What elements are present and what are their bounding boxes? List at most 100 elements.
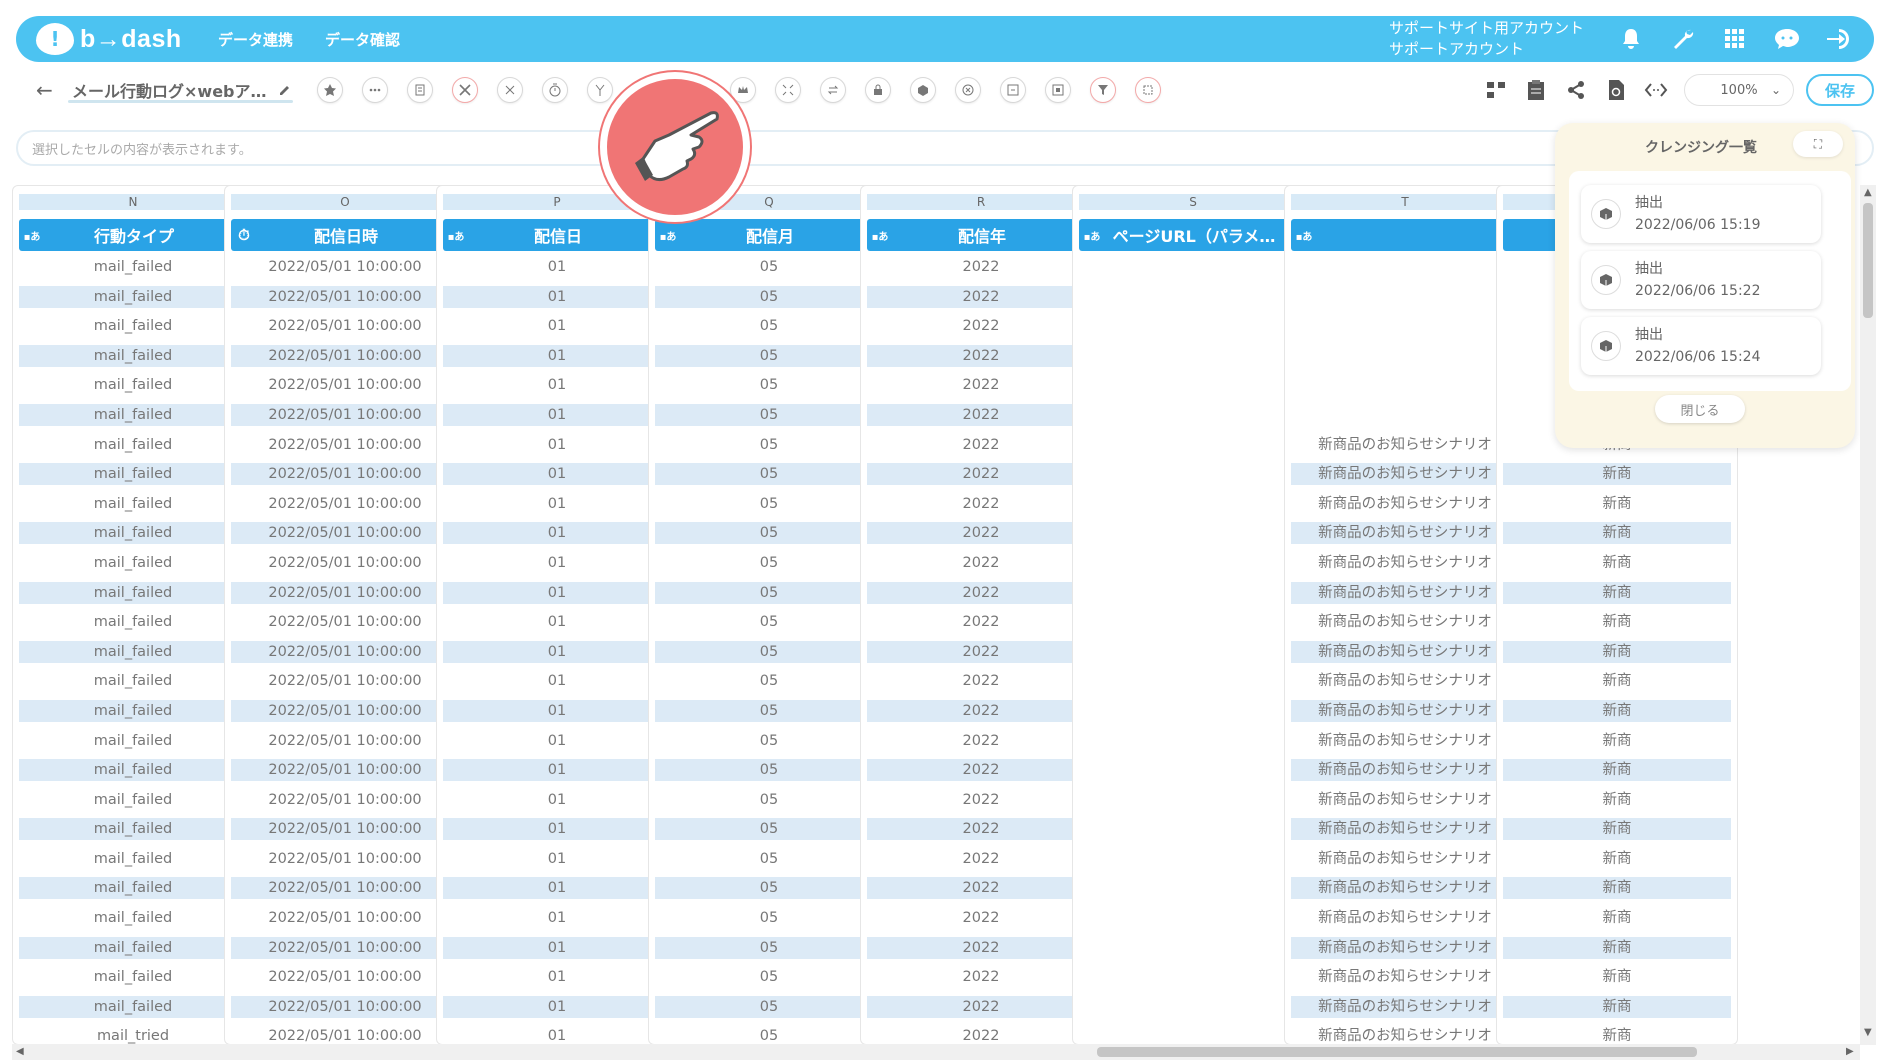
nav-data-check[interactable]: データ確認 — [325, 29, 400, 50]
column-letter[interactable]: T — [1291, 194, 1519, 210]
table-cell[interactable]: 新商品のお知らせシナリオ — [1291, 966, 1519, 988]
table-cell[interactable]: 2022/05/01 10:00:00 — [231, 344, 459, 367]
table-cell[interactable]: 新商品のお知らせシナリオ — [1291, 877, 1519, 900]
pattern-icon[interactable] — [1135, 77, 1161, 103]
table-cell[interactable]: 05 — [655, 995, 883, 1018]
table-cell[interactable]: 2022 — [867, 315, 1095, 337]
table-cell[interactable]: mail_failed — [19, 315, 247, 337]
table-cell[interactable] — [1079, 256, 1307, 278]
table-cell[interactable] — [1079, 877, 1307, 899]
crown-icon[interactable] — [730, 77, 756, 103]
table-cell[interactable] — [1079, 493, 1307, 515]
table-cell[interactable]: mail_failed — [19, 907, 247, 929]
scroll-up-icon[interactable]: ▲ — [1864, 187, 1872, 198]
table-cell[interactable] — [1079, 404, 1307, 426]
close-button[interactable]: 閉じる — [1655, 395, 1745, 423]
table-cell[interactable] — [1079, 315, 1307, 337]
vertical-scrollbar[interactable]: ▲ ▼ — [1860, 185, 1876, 1045]
table-cell[interactable]: 05 — [655, 818, 883, 841]
table-cell[interactable]: 2022/05/01 10:00:00 — [231, 552, 459, 574]
table-cell[interactable]: 2022/05/01 10:00:00 — [231, 759, 459, 782]
table-cell[interactable]: 05 — [655, 493, 883, 515]
column-r[interactable]: R▪あ配信年✎202220222022202220222022202220222… — [860, 185, 1102, 1045]
table-cell[interactable]: 新商 — [1503, 463, 1731, 486]
table-cell[interactable]: 新商 — [1503, 907, 1731, 929]
table-cell[interactable]: 新商品のお知らせシナリオ — [1291, 552, 1519, 574]
table-cell[interactable]: 01 — [443, 640, 671, 663]
table-cell[interactable]: mail_failed — [19, 699, 247, 722]
table-cell[interactable]: 2022 — [867, 966, 1095, 988]
table-cell[interactable]: 新商 — [1503, 936, 1731, 959]
table-cell[interactable] — [1079, 789, 1307, 811]
table-cell[interactable]: 新商品のお知らせシナリオ — [1291, 759, 1519, 782]
column-header[interactable]: ▪あページURL（パラメ…✎ — [1079, 219, 1309, 251]
table-cell[interactable]: 05 — [655, 670, 883, 692]
table-cell[interactable]: 01 — [443, 256, 671, 278]
table-cell[interactable]: 01 — [443, 730, 671, 752]
table-cell[interactable]: 01 — [443, 936, 671, 959]
filter-icon[interactable] — [1090, 77, 1116, 103]
table-cell[interactable] — [1079, 848, 1307, 870]
table-cell[interactable]: 2022 — [867, 403, 1095, 426]
table-cell[interactable]: 2022/05/01 10:00:00 — [231, 611, 459, 633]
merge-icon[interactable] — [497, 77, 523, 103]
table-cell[interactable]: 01 — [443, 374, 671, 396]
cleansing-step[interactable]: 抽出 2022/06/06 15:19 — [1581, 185, 1821, 243]
timer-icon[interactable] — [542, 77, 568, 103]
grid-menu-icon[interactable] — [1718, 22, 1752, 56]
table-cell[interactable]: 05 — [655, 907, 883, 929]
save-button[interactable]: 保存 — [1806, 74, 1874, 106]
table-cell[interactable]: 05 — [655, 374, 883, 396]
table-cell[interactable]: 01 — [443, 522, 671, 545]
table-cell[interactable]: 05 — [655, 403, 883, 426]
table-cell[interactable] — [1079, 434, 1307, 456]
account-info[interactable]: サポートサイト用アカウント サポートアカウント — [1389, 18, 1584, 60]
table-cell[interactable]: 新商品のお知らせシナリオ — [1291, 434, 1519, 456]
back-arrow-icon[interactable]: ← — [36, 78, 62, 102]
table-cell[interactable]: 2022 — [867, 434, 1095, 456]
table-cell[interactable] — [1079, 818, 1307, 840]
nav-data-integration[interactable]: データ連携 — [218, 29, 293, 50]
table-cell[interactable]: 2022/05/01 10:00:00 — [231, 640, 459, 663]
table-cell[interactable]: 新商 — [1503, 877, 1731, 900]
table-cell[interactable]: 2022 — [867, 1025, 1095, 1045]
table-cell[interactable]: 2022/05/01 10:00:00 — [231, 699, 459, 722]
table-cell[interactable]: 新商品のお知らせシナリオ — [1291, 699, 1519, 722]
table-cell[interactable]: 2022/05/01 10:00:00 — [231, 966, 459, 988]
code-icon[interactable] — [1644, 78, 1668, 102]
table-cell[interactable]: mail_failed — [19, 670, 247, 692]
table-cell[interactable]: 新商品のお知らせシナリオ — [1291, 640, 1519, 663]
table-cell[interactable]: 2022 — [867, 759, 1095, 782]
file-title[interactable]: メール行動ログ×webア… — [72, 78, 272, 102]
table-cell[interactable]: 05 — [655, 611, 883, 633]
table-cell[interactable]: 2022 — [867, 463, 1095, 486]
table-cell[interactable]: 05 — [655, 256, 883, 278]
frame-icon[interactable] — [1045, 77, 1071, 103]
column-q[interactable]: Q▪あ配信月✎050505050505050505050505050505050… — [648, 185, 890, 1045]
table-cell[interactable]: mail_failed — [19, 730, 247, 752]
table-cell[interactable]: 2022/05/01 10:00:00 — [231, 434, 459, 456]
clipboard-icon[interactable] — [1524, 78, 1548, 102]
table-cell[interactable]: 01 — [443, 789, 671, 811]
table-cell[interactable]: 新商品のお知らせシナリオ — [1291, 670, 1519, 692]
more-dots-icon[interactable] — [362, 77, 388, 103]
column-letter[interactable]: S — [1079, 194, 1307, 210]
table-cell[interactable]: 2022 — [867, 730, 1095, 752]
table-cell[interactable]: 05 — [655, 552, 883, 574]
table-cell[interactable]: 01 — [443, 611, 671, 633]
table-cell[interactable]: mail_failed — [19, 256, 247, 278]
table-cell[interactable]: 新商 — [1503, 611, 1731, 633]
table-cell[interactable]: 2022 — [867, 374, 1095, 396]
column-n[interactable]: N▪あ行動タイプ✎mail_failedmail_failedmail_fail… — [12, 185, 254, 1045]
table-cell[interactable]: 新商品のお知らせシナリオ — [1291, 581, 1519, 604]
table-cell[interactable]: 05 — [655, 877, 883, 900]
table-cell[interactable] — [1291, 315, 1519, 337]
table-cell[interactable]: mail_failed — [19, 374, 247, 396]
table-cell[interactable] — [1079, 907, 1307, 929]
table-cell[interactable]: 05 — [655, 285, 883, 308]
table-cell[interactable]: 2022/05/01 10:00:00 — [231, 907, 459, 929]
table-cell[interactable] — [1291, 404, 1519, 426]
column-t[interactable]: T ▪あ 新商品のお知らせシナリオ 新商品のお知らせシナリオ 新商品のお知らせシナリオ新… — [1284, 185, 1526, 1045]
table-cell[interactable]: 2022/05/01 10:00:00 — [231, 493, 459, 515]
table-cell[interactable]: 01 — [443, 463, 671, 486]
